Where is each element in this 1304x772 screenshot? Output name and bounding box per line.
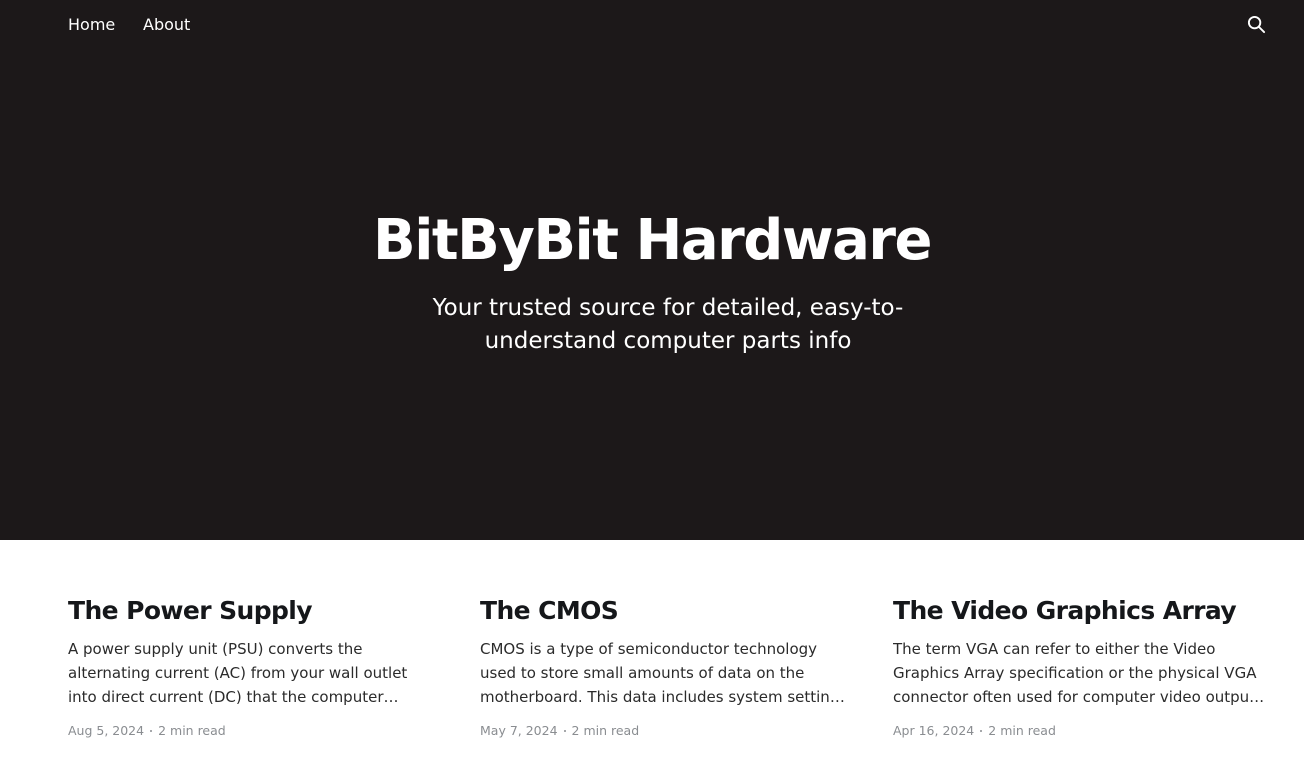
meta-separator-dot xyxy=(563,730,566,732)
post-card-power-supply[interactable]: The Power Supply A power supply unit (PS… xyxy=(68,595,440,739)
site-description: Your trusted source for detailed, easy-t… xyxy=(432,295,904,354)
post-excerpt: The term VGA can refer to either the Vid… xyxy=(893,640,1260,706)
site-header: Home About BitByBit Hardware Your truste… xyxy=(0,0,1304,540)
post-title[interactable]: The Power Supply xyxy=(68,595,440,627)
post-meta: Apr 16, 2024 2 min read xyxy=(893,723,1265,739)
search-button[interactable] xyxy=(1245,13,1267,35)
post-card-vga[interactable]: The Video Graphics Array The term VGA ca… xyxy=(893,595,1265,739)
nav-link-home[interactable]: Home xyxy=(68,15,115,35)
nav-link-about[interactable]: About xyxy=(143,15,190,35)
post-excerpt: A power supply unit (PSU) converts the a… xyxy=(68,640,408,706)
search-icon xyxy=(1247,15,1265,33)
post-excerpt: CMOS is a type of semiconductor technolo… xyxy=(480,640,848,706)
post-card-cmos[interactable]: The CMOS CMOS is a type of semiconductor… xyxy=(480,595,852,739)
site-title: BitByBit Hardware xyxy=(373,208,932,273)
main-nav: Home About xyxy=(0,0,1304,50)
post-meta: May 7, 2024 2 min read xyxy=(480,723,852,739)
post-date: May 7, 2024 xyxy=(480,723,558,738)
post-title[interactable]: The CMOS xyxy=(480,595,852,627)
post-date: Aug 5, 2024 xyxy=(68,723,145,738)
post-read-time: 2 min read xyxy=(158,723,226,738)
meta-separator-dot xyxy=(980,730,983,732)
post-meta: Aug 5, 2024 2 min read xyxy=(68,723,440,739)
post-feed: The Power Supply A power supply unit (PS… xyxy=(0,540,1304,772)
post-date: Apr 16, 2024 xyxy=(893,723,975,738)
post-read-time: 2 min read xyxy=(571,723,640,738)
meta-separator-dot xyxy=(150,730,153,732)
post-title[interactable]: The Video Graphics Array xyxy=(893,595,1265,627)
post-read-time: 2 min read xyxy=(988,723,1056,738)
